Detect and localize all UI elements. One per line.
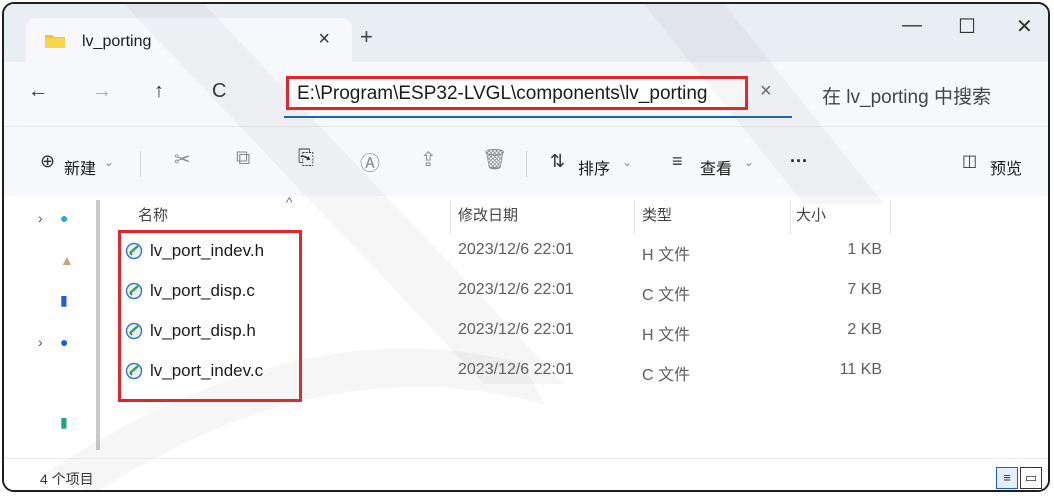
nav-item-icon[interactable]: ● xyxy=(60,210,68,226)
new-tab-button[interactable]: + xyxy=(360,24,373,50)
tiles-view-button[interactable]: ▭ xyxy=(1020,467,1042,489)
delete-icon[interactable]: 🗑 xyxy=(482,147,507,172)
more-options-button[interactable]: ··· xyxy=(790,151,808,172)
content-area: › ● ▲ ▮ › ● ▮ 名称 ^ 修改日期 类型 大小 lv_port_in… xyxy=(4,194,1048,458)
chevron-down-icon: ⌄ xyxy=(622,155,633,169)
column-header-size[interactable]: 大小 xyxy=(796,204,826,225)
address-clear-button[interactable]: × xyxy=(760,80,772,103)
view-button[interactable]: 查看 xyxy=(700,155,732,179)
nav-item-icon[interactable]: ▮ xyxy=(60,414,68,431)
copy-icon[interactable]: ⧉ xyxy=(236,147,250,170)
file-type: H 文件 xyxy=(642,327,691,344)
column-header-type[interactable]: 类型 xyxy=(642,204,672,225)
file-modified: 2023/12/6 22:01 xyxy=(458,361,574,378)
toolbar-divider xyxy=(526,151,527,177)
folder-icon xyxy=(45,35,65,48)
search-placeholder: 在 lv_porting 中搜索 xyxy=(822,87,991,108)
file-type: C 文件 xyxy=(642,367,691,384)
search-box[interactable]: 在 lv_porting 中搜索 xyxy=(812,76,1048,112)
item-count: 4 个项目 xyxy=(40,471,94,487)
file-type: C 文件 xyxy=(642,287,691,304)
pane-splitter[interactable] xyxy=(96,200,100,450)
nav-item-icon[interactable]: ● xyxy=(60,334,68,350)
sort-caret-icon: ^ xyxy=(286,194,293,210)
expand-chevron-icon[interactable]: › xyxy=(38,210,43,226)
column-separator[interactable] xyxy=(634,200,635,234)
column-separator[interactable] xyxy=(790,200,791,234)
address-focus-underline xyxy=(284,116,792,118)
refresh-button[interactable]: C xyxy=(212,80,226,103)
file-modified: 2023/12/6 22:01 xyxy=(458,241,574,258)
maximize-button[interactable]: ☐ xyxy=(958,14,976,39)
tab-lv-porting[interactable]: lv_porting × xyxy=(26,18,352,64)
navigation-pane: › ● ▲ ▮ › ● ▮ xyxy=(4,196,96,458)
tab-title: lv_porting xyxy=(82,33,152,50)
details-view-button[interactable]: ≡ xyxy=(996,467,1018,489)
file-size: 1 KB xyxy=(847,241,882,258)
file-modified: 2023/12/6 22:01 xyxy=(458,281,574,298)
back-button[interactable]: ← xyxy=(28,80,48,103)
preview-pane-icon: ◫ xyxy=(962,153,978,170)
navigation-bar: ← → ↑ C E:\Program\ESP32-LVGL\components… xyxy=(4,62,1048,126)
column-header-name[interactable]: 名称 xyxy=(138,204,168,225)
rename-icon[interactable]: Ⓐ xyxy=(360,147,380,176)
file-explorer-window: lv_porting × + — ☐ ✕ ← → ↑ C E:\Program\… xyxy=(2,2,1050,492)
file-size: 7 KB xyxy=(847,281,882,298)
preview-button[interactable]: 预览 xyxy=(990,155,1022,179)
plus-circle-icon: ⊕ xyxy=(40,151,56,171)
close-window-button[interactable]: ✕ xyxy=(1016,14,1033,39)
tab-close-button[interactable]: × xyxy=(318,28,330,51)
address-path: E:\Program\ESP32-LVGL\components\lv_port… xyxy=(297,83,708,104)
column-separator[interactable] xyxy=(890,200,891,234)
expand-chevron-icon[interactable]: › xyxy=(38,334,43,350)
sort-button[interactable]: 排序 xyxy=(578,155,610,179)
file-type: H 文件 xyxy=(642,247,691,264)
cut-icon[interactable]: ✂ xyxy=(174,147,191,172)
status-bar: 4 个项目 ≡ ▭ xyxy=(4,458,1048,490)
address-bar[interactable]: E:\Program\ESP32-LVGL\components\lv_port… xyxy=(286,76,748,110)
minimize-button[interactable]: — xyxy=(902,14,922,37)
share-icon[interactable]: ⇪ xyxy=(420,147,437,172)
chevron-down-icon: ⌄ xyxy=(744,155,755,169)
chevron-down-icon: ⌄ xyxy=(104,155,115,169)
sort-icon: ⇅ xyxy=(550,151,566,171)
tab-bar: lv_porting × + — ☐ ✕ xyxy=(4,4,1048,64)
view-icon: ≡ xyxy=(672,151,683,171)
file-modified: 2023/12/6 22:01 xyxy=(458,321,574,338)
nav-item-icon[interactable]: ▲ xyxy=(60,252,74,268)
forward-button[interactable]: → xyxy=(92,80,112,103)
column-header-modified[interactable]: 修改日期 xyxy=(458,204,518,225)
file-size: 2 KB xyxy=(847,321,882,338)
paste-icon[interactable]: ⎘ xyxy=(298,147,314,170)
nav-item-icon[interactable]: ▮ xyxy=(60,292,68,309)
new-button[interactable]: 新建 xyxy=(64,155,96,179)
filenames-highlight-box xyxy=(118,230,302,402)
column-separator[interactable] xyxy=(450,200,451,234)
toolbar-divider xyxy=(140,151,141,177)
command-bar: ⊕ 新建 ⌄ ✂ ⧉ ⎘ Ⓐ ⇪ 🗑 ⇅ 排序 ⌄ ≡ 查看 ⌄ ··· ◫ 预… xyxy=(4,126,1048,198)
up-button[interactable]: ↑ xyxy=(154,80,164,103)
file-size: 11 KB xyxy=(839,361,882,378)
